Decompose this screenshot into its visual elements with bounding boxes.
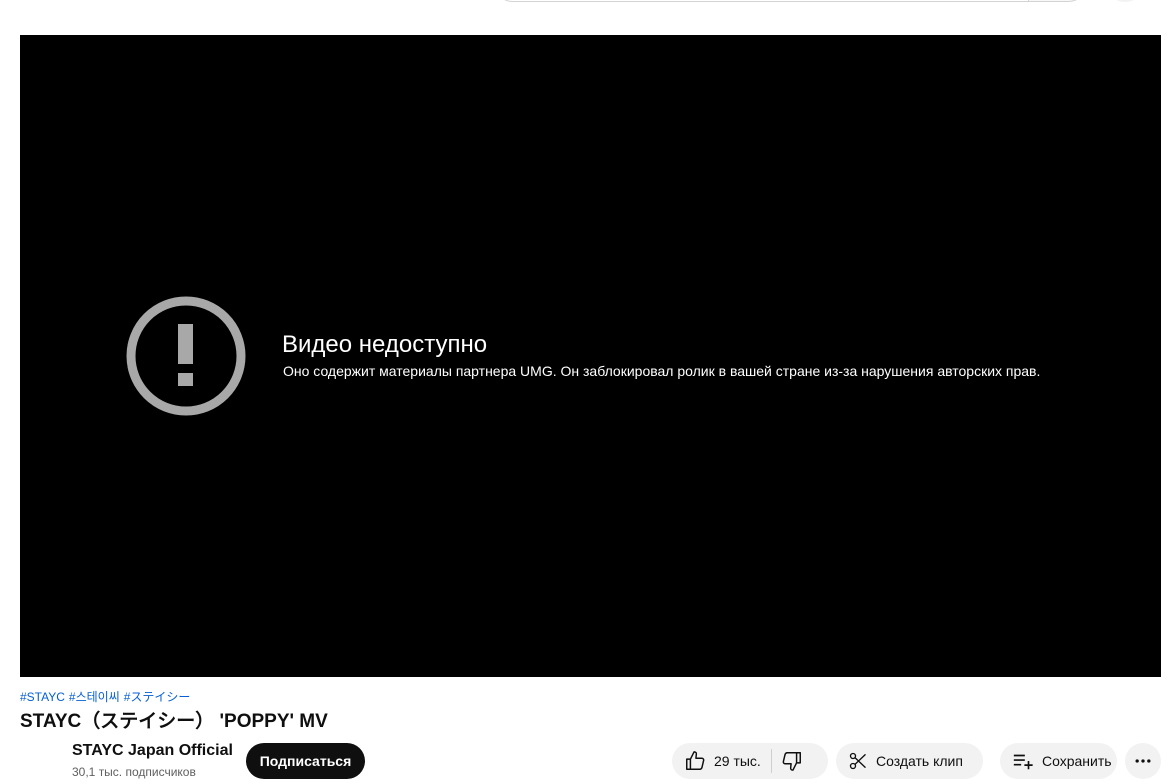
more-actions-button[interactable] [1125, 743, 1161, 779]
hashtag-link[interactable]: #STAYC [20, 690, 65, 704]
like-button[interactable]: 29 тыс. [672, 743, 771, 779]
video-player[interactable]: Видео недоступно Оно содержит материалы … [20, 35, 1161, 677]
thumbs-down-icon [782, 752, 801, 771]
masthead [0, 0, 1171, 35]
hashtag-link[interactable]: #스테이씨 [69, 690, 120, 704]
thumbs-up-icon [686, 751, 705, 770]
like-dislike-group: 29 тыс. [672, 743, 828, 779]
error-reason: Оно содержит материалы партнера UMG. Он … [283, 363, 1041, 379]
channel-name[interactable]: STAYC Japan Official [72, 742, 233, 760]
watch-page: Видео недоступно Оно содержит материалы … [0, 0, 1171, 784]
search-input[interactable] [493, 0, 1029, 2]
create-clip-label: Создать клип [876, 753, 963, 769]
save-button[interactable]: Сохранить [1000, 743, 1117, 779]
playlist-add-icon [1013, 754, 1033, 770]
subscribe-button[interactable]: Подписаться [246, 743, 365, 779]
voice-search-button[interactable] [1105, 0, 1145, 2]
error-title: Видео недоступно [282, 331, 488, 358]
like-count: 29 тыс. [714, 753, 761, 769]
exclamation-circle-icon [126, 296, 246, 416]
video-title: STAYC（ステイシー） 'POPPY' MV [20, 711, 328, 732]
subscriber-count: 30,1 тыс. подписчиков [72, 765, 196, 779]
channel-avatar[interactable] [20, 742, 60, 782]
save-label: Сохранить [1042, 753, 1112, 769]
dislike-button[interactable] [772, 743, 812, 779]
search-button[interactable] [1028, 0, 1088, 2]
create-clip-button[interactable]: Создать клип [836, 743, 983, 779]
more-horizontal-icon [1135, 759, 1151, 763]
hashtag-link[interactable]: #ステイシー [124, 690, 191, 704]
hashtag-list: #STAYC #스테이씨 #ステイシー [20, 688, 194, 705]
scissors-icon [849, 752, 866, 770]
